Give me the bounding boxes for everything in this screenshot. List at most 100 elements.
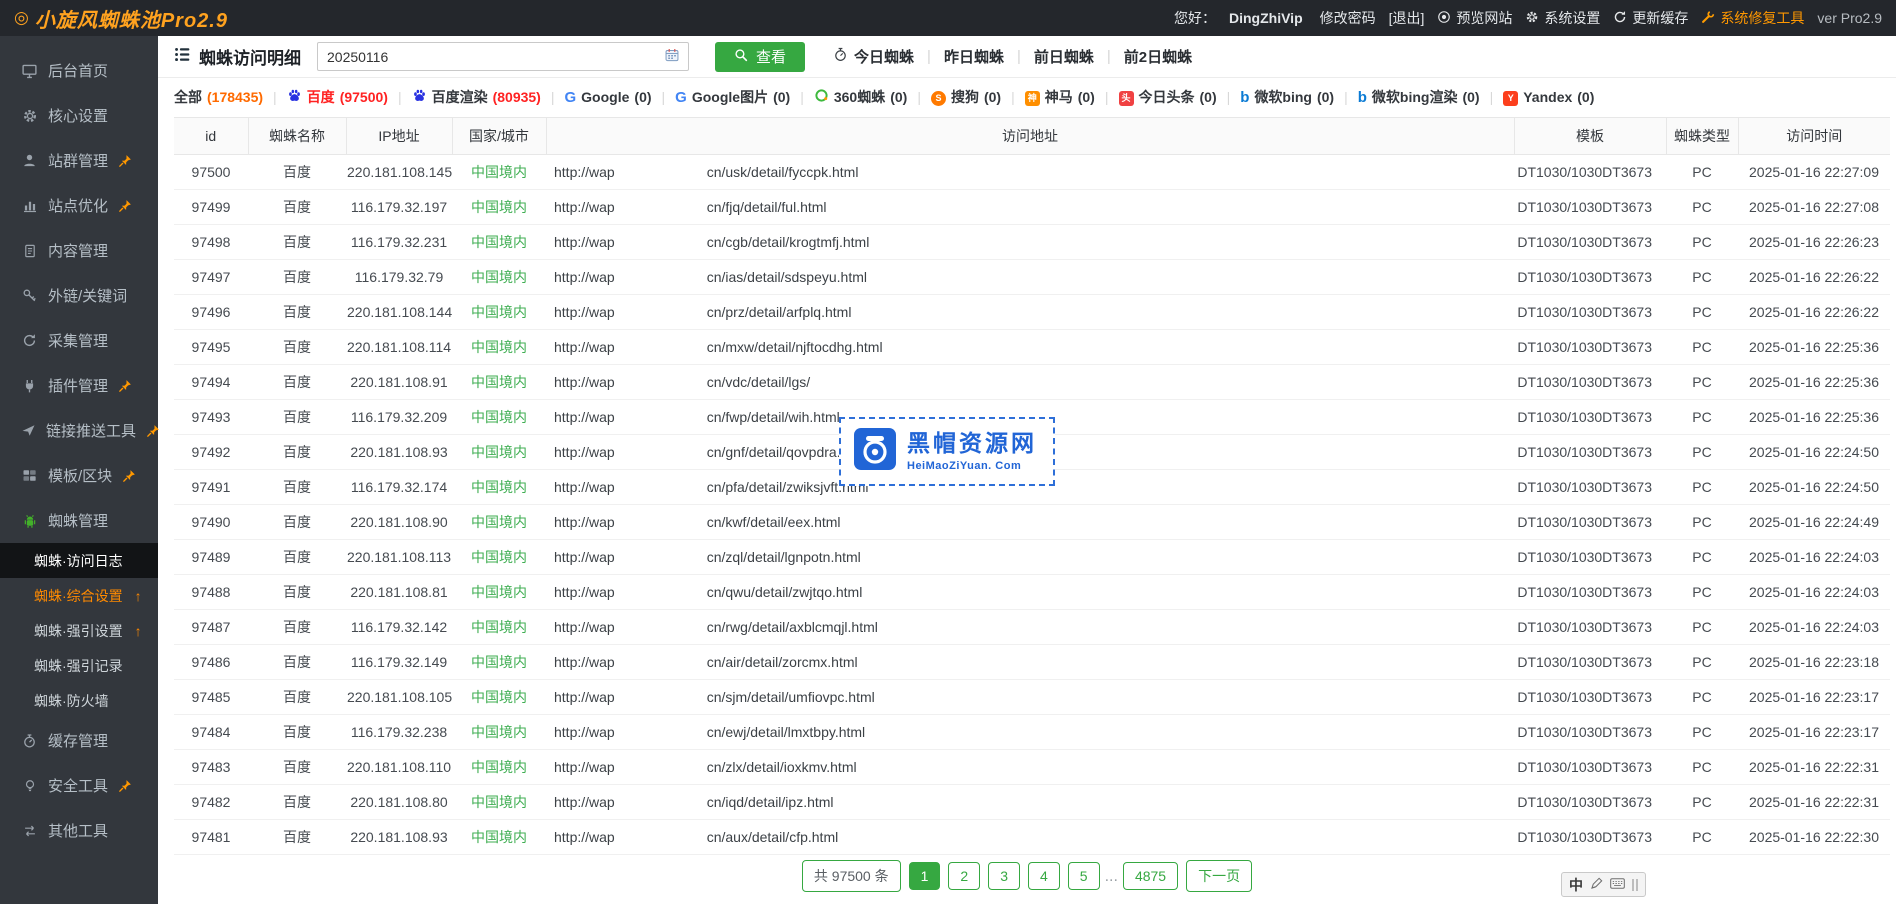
sidebar-item-spider-force[interactable]: 蜘蛛·强引设置↑	[0, 613, 158, 648]
sidebar-item-other-tools[interactable]: 其他工具	[0, 808, 158, 853]
sidebar-item-core-settings[interactable]: 核心设置	[0, 93, 158, 138]
view-button[interactable]: 查看	[715, 42, 805, 72]
quick-link-1[interactable]: 昨日蜘蛛	[944, 46, 1004, 67]
cell-visit-url[interactable]: http://wapcn/air/detail/zorcmx.html	[546, 645, 1514, 680]
cell-visit-url[interactable]: http://wapcn/zlx/detail/ioxkmv.html	[546, 750, 1514, 785]
sidebar-item-collect[interactable]: 采集管理	[0, 318, 158, 363]
quick-link-3[interactable]: 前2日蜘蛛	[1124, 46, 1192, 67]
cell-visit-url[interactable]: http://wapcn/fjq/detail/ful.html	[546, 190, 1514, 225]
ime-lang-indicator[interactable]: 中	[1569, 875, 1583, 895]
cell-visit-url[interactable]: http://wapcn/sjm/detail/umfiovpc.html	[546, 680, 1514, 715]
filter-bing-render[interactable]: b微软bing渲染(0)	[1358, 87, 1480, 107]
sidebar-item-label: 蜘蛛管理	[48, 510, 108, 531]
quick-links: 今日蜘蛛|昨日蜘蛛|前日蜘蛛|前2日蜘蛛	[833, 46, 1192, 67]
cell-spider-name: 百度	[248, 715, 346, 750]
sidebar-item-spider-firewall[interactable]: 蜘蛛·防火墙	[0, 683, 158, 718]
logout-link[interactable]: [退出]	[1389, 8, 1425, 28]
sidebar-item-label: 内容管理	[48, 240, 108, 261]
cell-template: DT1030/1030DT3673	[1514, 155, 1666, 190]
sogou-icon: S	[931, 88, 946, 106]
filter-yandex[interactable]: YYandex(0)	[1503, 88, 1594, 106]
filter-google[interactable]: GGoogle(0)	[565, 89, 652, 105]
pin-icon	[119, 379, 132, 392]
filter-count: (0)	[984, 89, 1001, 105]
quick-link-0[interactable]: 今日蜘蛛	[833, 46, 914, 67]
filter-shenma[interactable]: 神神马(0)	[1025, 87, 1095, 107]
sidebar-item-links-keywords[interactable]: 外链/关键词	[0, 273, 158, 318]
grid-icon	[21, 468, 38, 483]
page-button-last[interactable]: 4875	[1123, 862, 1178, 890]
next-page-button[interactable]: 下一页	[1186, 860, 1252, 892]
sidebar-item-content[interactable]: 内容管理	[0, 228, 158, 273]
cell-visit-url[interactable]: http://wapcn/kwf/detail/eex.html	[546, 505, 1514, 540]
gear-icon	[1525, 10, 1539, 27]
sidebar-item-templates[interactable]: 模板/区块	[0, 453, 158, 498]
filter-google-img[interactable]: GGoogle图片(0)	[675, 87, 790, 107]
cell-spider-type: PC	[1666, 225, 1738, 260]
sidebar-item-spider-force-log[interactable]: 蜘蛛·强引记录	[0, 648, 158, 683]
sidebar-item-site-optimize[interactable]: 站点优化	[0, 183, 158, 228]
sidebar-item-security[interactable]: 安全工具	[0, 763, 158, 808]
ime-keyboard-icon[interactable]	[1610, 877, 1625, 893]
filter-all[interactable]: 全部(178435)	[174, 87, 263, 107]
cell-region: 中国境内	[452, 400, 546, 435]
change-password-link[interactable]: 修改密码	[1320, 8, 1376, 28]
bing-icon: b	[1358, 89, 1367, 105]
sidebar-item-spider-log[interactable]: 蜘蛛·访问日志	[0, 543, 158, 578]
date-input[interactable]: 20250116	[317, 42, 689, 71]
cell-region: 中国境内	[452, 575, 546, 610]
username: DingZhiVip	[1229, 10, 1303, 26]
table-row: 97499百度116.179.32.197中国境内http://wapcn/fj…	[174, 190, 1890, 225]
filter-toutiao[interactable]: 头今日头条(0)	[1119, 87, 1217, 107]
sidebar-item-label: 其他工具	[48, 820, 108, 841]
cell-visit-url[interactable]: http://wapcn/ias/detail/sdspeyu.html	[546, 260, 1514, 295]
cell-visit-url[interactable]: http://wapcn/iqd/detail/ipz.html	[546, 785, 1514, 820]
column-header: 访问地址	[546, 118, 1514, 155]
refresh-cache-link[interactable]: 更新缓存	[1613, 8, 1688, 28]
filter-360[interactable]: 360蜘蛛(0)	[814, 87, 907, 107]
sidebar-item-cache[interactable]: 缓存管理	[0, 718, 158, 763]
app-title: 小旋风蜘蛛池Pro2.9	[35, 4, 228, 33]
system-settings-link[interactable]: 系统设置	[1525, 8, 1600, 28]
sidebar-item-push-tools[interactable]: 链接推送工具	[0, 408, 158, 453]
cell-spider-type: PC	[1666, 155, 1738, 190]
ime-pencil-icon[interactable]	[1590, 877, 1603, 893]
cell-visit-url[interactable]: http://wapcn/cgb/detail/krogtmfj.html	[546, 225, 1514, 260]
quick-link-2[interactable]: 前日蜘蛛	[1034, 46, 1094, 67]
page-button-2[interactable]: 2	[948, 862, 980, 890]
ime-language-bar[interactable]: 中	[1561, 872, 1646, 897]
cell-visit-url[interactable]: http://wapcn/vdc/detail/lgs/	[546, 365, 1514, 400]
cell-visit-url[interactable]: http://wapcn/qwu/detail/zwjtqo.html	[546, 575, 1514, 610]
up-arrow-icon: ↑	[135, 623, 142, 639]
sidebar-item-spider-general[interactable]: 蜘蛛·综合设置↑	[0, 578, 158, 613]
column-header: IP地址	[346, 118, 452, 155]
cell-spider-name: 百度	[248, 820, 346, 855]
sidebar-item-home[interactable]: 后台首页	[0, 48, 158, 93]
sidebar-item-plugins[interactable]: 插件管理	[0, 363, 158, 408]
page-button-3[interactable]: 3	[988, 862, 1020, 890]
cell-visit-url[interactable]: http://wapcn/ewj/detail/lmxtbpy.html	[546, 715, 1514, 750]
cell-visit-url[interactable]: http://wapcn/aux/detail/cfp.html	[546, 820, 1514, 855]
page-button-4[interactable]: 4	[1028, 862, 1060, 890]
cell-visit-url[interactable]: http://wapcn/usk/detail/fyccpk.html	[546, 155, 1514, 190]
separator: |	[1107, 48, 1111, 65]
filter-baidu[interactable]: 百度(97500)	[287, 87, 388, 107]
cell-spider-type: PC	[1666, 820, 1738, 855]
calendar-icon[interactable]	[665, 48, 679, 65]
preview-site-link[interactable]: 预览网站	[1437, 8, 1512, 28]
filter-sogou[interactable]: S搜狗(0)	[931, 87, 1001, 107]
table-row: 97494百度220.181.108.91中国境内http://wapcn/vd…	[174, 365, 1890, 400]
sidebar-item-site-group[interactable]: 站群管理	[0, 138, 158, 183]
cell-visit-url[interactable]: http://wapcn/rwg/detail/axblcmqjl.html	[546, 610, 1514, 645]
cell-visit-url[interactable]: http://wapcn/mxw/detail/njftocdhg.html	[546, 330, 1514, 365]
cell-visit-url[interactable]: http://wapcn/prz/detail/arfplq.html	[546, 295, 1514, 330]
ime-drag-handle[interactable]	[1632, 879, 1638, 891]
sidebar-item-spider[interactable]: 蜘蛛管理	[0, 498, 158, 543]
page-button-1[interactable]: 1	[909, 862, 941, 890]
filter-baidu-render[interactable]: 百度渲染(80935)	[412, 87, 541, 107]
cell-visit-url[interactable]: http://wapcn/zql/detail/lgnpotn.html	[546, 540, 1514, 575]
system-repair-link[interactable]: 系统修复工具	[1701, 8, 1804, 28]
page-button-5[interactable]: 5	[1068, 862, 1100, 890]
sidebar-item-label: 核心设置	[48, 105, 108, 126]
filter-bing[interactable]: b微软bing(0)	[1240, 87, 1334, 107]
